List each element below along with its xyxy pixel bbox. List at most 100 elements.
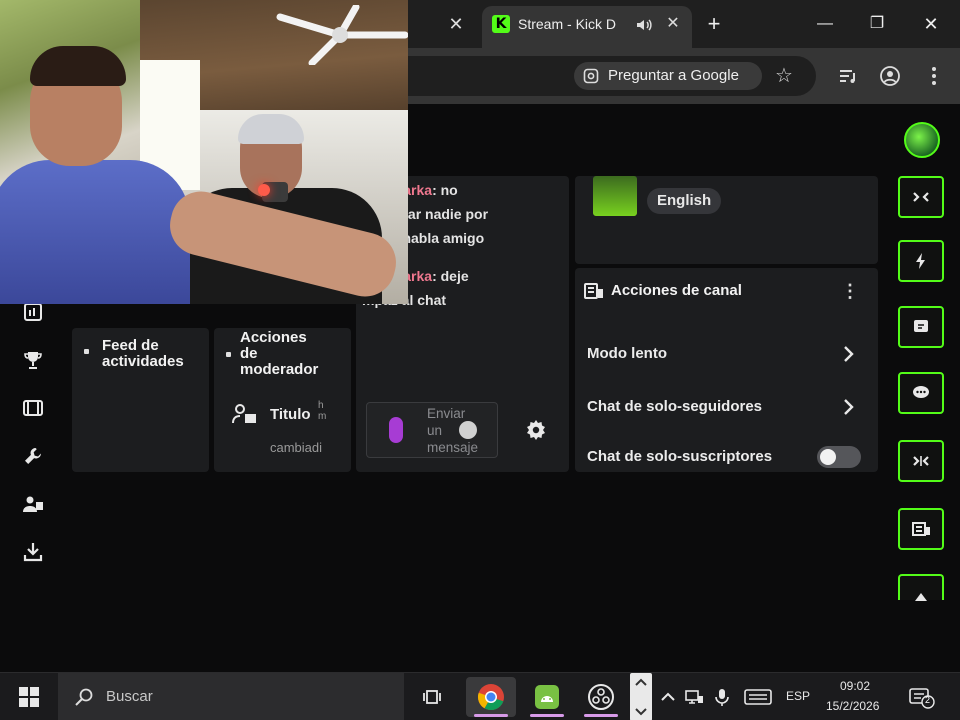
audio-playing-icon[interactable] xyxy=(634,15,654,35)
active-indicator xyxy=(584,714,618,717)
download-icon[interactable] xyxy=(21,540,45,564)
trophy-icon[interactable] xyxy=(21,348,45,372)
taskbar-scroll-control[interactable] xyxy=(630,673,652,720)
fullscreen-button[interactable] xyxy=(898,176,944,218)
moderator-actions-title: Acciones de moderador xyxy=(240,329,319,378)
profile-icon[interactable] xyxy=(878,64,902,88)
panel-drag-handle[interactable] xyxy=(226,352,231,357)
close-window-button[interactable]: ✕ xyxy=(916,10,946,38)
chrome-taskbar-button[interactable] xyxy=(466,677,516,717)
tab-title: Stream - Kick D xyxy=(518,16,617,32)
android-app-icon xyxy=(535,685,559,709)
minimize-button[interactable]: — xyxy=(810,10,840,38)
person-foreground-body xyxy=(0,160,190,304)
slow-mode-label: Modo lento xyxy=(587,345,667,362)
stream-manager-button[interactable] xyxy=(898,508,944,550)
address-bar[interactable]: Preguntar a Google ☆ xyxy=(408,56,816,96)
stream-info-panel: English xyxy=(575,176,878,264)
community-icon[interactable] xyxy=(21,492,45,516)
subscribers-only-toggle[interactable] xyxy=(817,446,861,468)
collapse-icon xyxy=(913,456,929,466)
moderator-actions-panel: Acciones de moderador Titulo h m cambiad… xyxy=(214,328,351,472)
mod-action-title: Titulo xyxy=(270,406,311,423)
chevron-up-down-icon xyxy=(635,678,647,716)
close-tab-icon[interactable]: ✕ xyxy=(662,13,684,35)
slow-mode-row[interactable]: Modo lento xyxy=(587,340,867,368)
notification-center[interactable]: 2 xyxy=(908,687,936,709)
browser-chrome: ✕ K Stream - Kick D ✕ + — ❐ ✕ Preguntar … xyxy=(408,0,960,104)
fullscreen-icon xyxy=(913,192,929,202)
chat-popout-button[interactable] xyxy=(898,306,944,348)
microphone-icon[interactable] xyxy=(389,417,403,443)
browser-menu-icon[interactable] xyxy=(922,64,946,88)
screen: ✕ K Stream - Kick D ✕ + — ❐ ✕ Preguntar … xyxy=(0,0,960,720)
restore-button[interactable]: ❐ xyxy=(862,10,892,38)
clock-date[interactable]: 15/2/2026 xyxy=(826,699,879,713)
chat-text: no xyxy=(440,182,458,198)
active-indicator xyxy=(474,714,508,717)
panel-drag-handle[interactable] xyxy=(84,349,89,354)
keyboard-icon[interactable] xyxy=(744,687,772,707)
active-indicator xyxy=(530,714,564,717)
subscribers-only-label: Chat de solo-suscriptores xyxy=(587,448,773,465)
new-tab-button[interactable]: + xyxy=(702,12,726,36)
channel-actions-icon xyxy=(584,283,603,299)
notification-icon xyxy=(909,688,935,709)
tool-icon xyxy=(915,593,927,601)
tab-kick-stream[interactable]: K Stream - Kick D ✕ xyxy=(482,6,692,48)
person-foreground-hair xyxy=(30,46,126,86)
quick-action-button[interactable] xyxy=(898,240,944,282)
category-thumbnail xyxy=(593,176,637,216)
tab-strip: ✕ K Stream - Kick D ✕ + — ❐ ✕ xyxy=(408,0,960,48)
left-nav-rail xyxy=(0,296,66,596)
notification-count: 2 xyxy=(925,695,931,705)
mod-action-subtitle: cambiadi xyxy=(270,440,323,455)
more-options-icon[interactable]: ⋮ xyxy=(841,280,859,302)
collapse-button[interactable] xyxy=(898,440,944,482)
media-control-icon[interactable] xyxy=(836,64,860,88)
chat-message-input[interactable]: Enviar un mensaje xyxy=(366,402,498,458)
clock-time[interactable]: 09:02 xyxy=(840,679,870,693)
activity-feed-title: Feed de actividades xyxy=(102,337,184,370)
network-icon[interactable] xyxy=(684,687,704,707)
bookmark-star-icon[interactable]: ☆ xyxy=(772,64,796,88)
search-icon xyxy=(75,688,93,706)
obs-icon xyxy=(588,684,614,710)
android-studio-taskbar-button[interactable] xyxy=(522,677,572,717)
lightning-icon xyxy=(916,253,925,269)
microphone-tray-icon[interactable] xyxy=(712,687,732,707)
windows-taskbar: Buscar ESP 09:02 15/2/2026 2 xyxy=(0,672,960,720)
followers-only-row[interactable]: Chat de solo-seguidores xyxy=(587,393,867,421)
video-library-icon[interactable] xyxy=(21,396,45,420)
ask-google-button[interactable]: Preguntar a Google xyxy=(574,62,762,90)
browser-toolbar: Preguntar a Google ☆ xyxy=(408,48,960,104)
stream-manager-icon xyxy=(912,522,930,536)
chevron-up-icon[interactable] xyxy=(658,687,678,707)
windows-start-icon[interactable] xyxy=(18,686,40,708)
user-avatar[interactable] xyxy=(904,122,940,158)
speech-bubble-icon xyxy=(913,386,929,398)
task-view-icon[interactable] xyxy=(422,687,442,707)
chat-settings-gear-icon[interactable] xyxy=(524,418,548,442)
chat-icon xyxy=(914,320,928,332)
subscribers-only-row: Chat de solo-suscriptores xyxy=(587,443,867,471)
more-tools-button[interactable] xyxy=(898,574,944,601)
dashboard-header xyxy=(408,104,960,176)
channel-actions-panel: Acciones de canal ⋮ Modo lento Chat de s… xyxy=(575,268,878,472)
toggle-knob xyxy=(820,449,836,465)
ceiling-fan xyxy=(276,5,408,65)
wrench-icon[interactable] xyxy=(21,444,45,468)
messages-button[interactable] xyxy=(898,372,944,414)
taskbar-search[interactable]: Buscar xyxy=(58,673,404,720)
obs-taskbar-button[interactable] xyxy=(576,677,626,717)
close-tab-icon[interactable]: ✕ xyxy=(444,12,468,36)
input-language[interactable]: ESP xyxy=(786,689,810,703)
search-label: Buscar xyxy=(106,688,153,705)
ask-google-label: Preguntar a Google xyxy=(608,67,739,84)
chevron-right-icon xyxy=(844,346,854,362)
person-background-hair xyxy=(238,114,304,144)
activity-feed-panel: Feed de actividades xyxy=(72,328,209,472)
webcam-overlay xyxy=(0,0,408,304)
emoji-icon[interactable] xyxy=(459,421,477,439)
chevron-right-icon xyxy=(844,399,854,415)
